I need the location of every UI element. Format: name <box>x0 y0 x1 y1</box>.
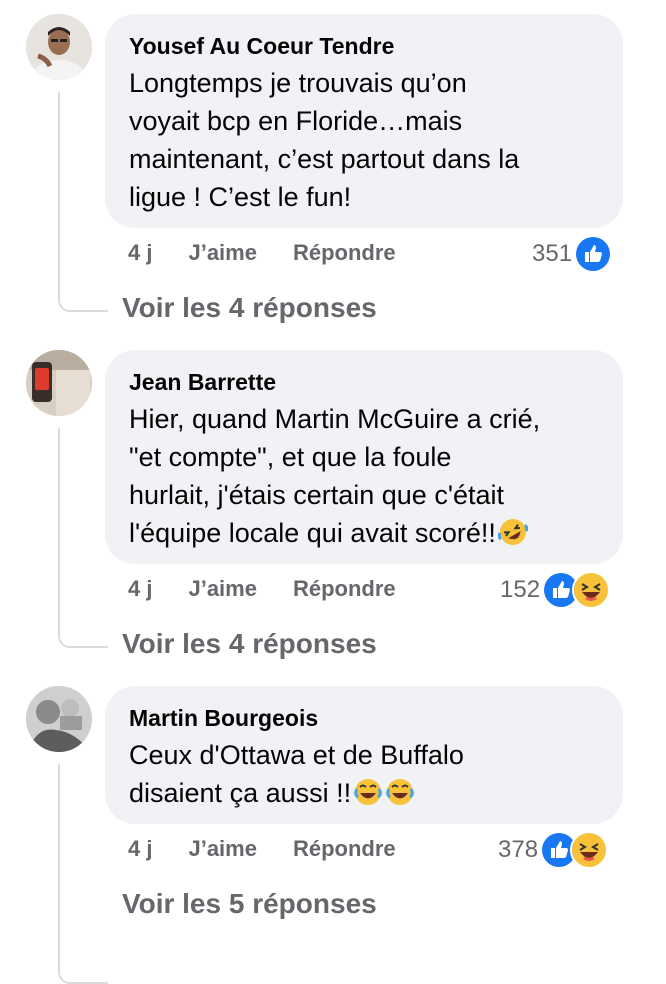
comment-line: "et compte", et que la foule <box>129 442 452 472</box>
comment-line: voyait bcp en Floride…mais <box>129 106 463 136</box>
reaction-count: 152 <box>500 576 541 603</box>
comment-line-last: disaient ça aussi !! <box>129 774 599 817</box>
comment-line: l'équipe locale qui avait scoré!! <box>129 518 496 548</box>
reaction-summary[interactable]: 378 <box>498 831 609 869</box>
reaction-summary[interactable]: 152 <box>500 571 611 609</box>
reaction-count: 351 <box>532 240 573 267</box>
comment-line-last: l'équipe locale qui avait scoré!! <box>129 514 599 557</box>
comment-author[interactable]: Yousef Au Coeur Tendre <box>129 32 599 60</box>
comment-bubble: Jean Barrette Hier, quand Martin McGuire… <box>105 350 623 564</box>
like-button[interactable]: J’aime <box>188 576 257 602</box>
comment-bubble: Yousef Au Coeur Tendre Longtemps je trou… <box>105 14 623 228</box>
comment-text: Longtemps je trouvais qu’on voyait bcp e… <box>129 64 599 216</box>
thread-connector <box>58 92 108 312</box>
haha-icon <box>570 831 609 869</box>
comment-line: disaient ça aussi !! <box>129 778 352 808</box>
comment-actions: 4 j J’aime Répondre <box>128 240 432 266</box>
avatar[interactable] <box>26 686 92 752</box>
comment-line: Hier, quand Martin McGuire a crié, <box>129 404 541 434</box>
comment-text: Hier, quand Martin McGuire a crié, "et c… <box>129 400 599 557</box>
view-replies-link[interactable]: Voir les 4 réponses <box>122 628 377 660</box>
tears-of-joy-emoji <box>353 777 383 817</box>
comment-actions: 4 j J’aime Répondre <box>128 836 432 862</box>
comment-timestamp[interactable]: 4 j <box>128 240 152 266</box>
like-icon <box>574 235 613 273</box>
comment-author[interactable]: Martin Bourgeois <box>129 704 599 732</box>
reply-button[interactable]: Répondre <box>293 240 396 266</box>
comment-line: ligue ! C’est le fun! <box>129 182 352 212</box>
comment-text: Ceux d'Ottawa et de Buffalo disaient ça … <box>129 736 599 817</box>
thread-connector <box>58 428 108 648</box>
reaction-count: 378 <box>498 836 539 863</box>
like-button[interactable]: J’aime <box>188 836 257 862</box>
reply-button[interactable]: Répondre <box>293 836 396 862</box>
avatar[interactable] <box>26 14 92 80</box>
reaction-summary[interactable]: 351 <box>532 235 613 273</box>
comment-line: Ceux d'Ottawa et de Buffalo <box>129 740 464 770</box>
comment-actions: 4 j J’aime Répondre <box>128 576 432 602</box>
rolling-laughing-emoji <box>497 517 529 557</box>
tears-of-joy-emoji <box>385 777 415 817</box>
view-replies-link[interactable]: Voir les 4 réponses <box>122 292 377 324</box>
reply-button[interactable]: Répondre <box>293 576 396 602</box>
comment-bubble: Martin Bourgeois Ceux d'Ottawa et de Buf… <box>105 686 623 824</box>
comment-timestamp[interactable]: 4 j <box>128 836 152 862</box>
comment-line: hurlait, j'étais certain que c'était <box>129 480 505 510</box>
comment-timestamp[interactable]: 4 j <box>128 576 152 602</box>
comment-line: Longtemps je trouvais qu’on <box>129 68 467 98</box>
like-button[interactable]: J’aime <box>188 240 257 266</box>
comment-author[interactable]: Jean Barrette <box>129 368 599 396</box>
avatar[interactable] <box>26 350 92 416</box>
thread-connector <box>58 764 108 984</box>
view-replies-link[interactable]: Voir les 5 réponses <box>122 888 377 920</box>
haha-icon <box>572 571 611 609</box>
comment-line: maintenant, c’est partout dans la <box>129 144 520 174</box>
